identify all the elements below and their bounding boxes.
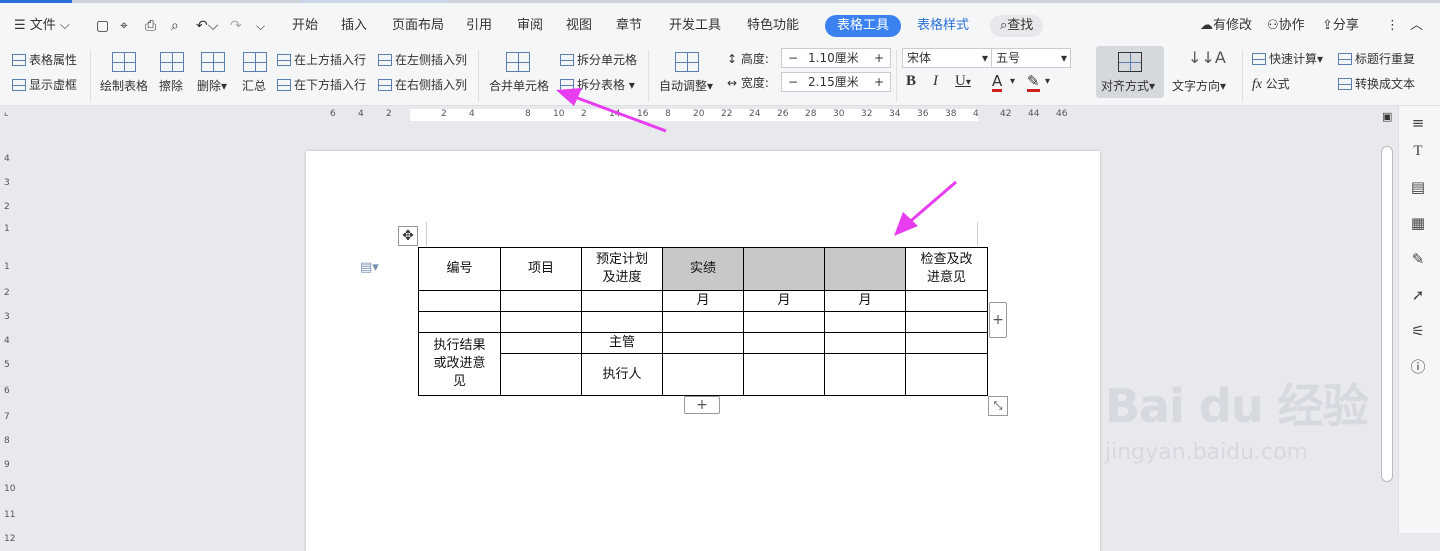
arrow-to-cells xyxy=(905,180,957,227)
watermark-brand: Bai du 经验 xyxy=(1105,379,1369,433)
cursor-icon[interactable]: ➚ xyxy=(1409,286,1427,304)
doc-settings-icon[interactable]: ▦ xyxy=(1409,214,1427,232)
vertical-scrollbar[interactable] xyxy=(1381,146,1393,482)
baidu-watermark: Bai du 经验 jingyan.baidu.com xyxy=(1105,370,1369,465)
arrow-to-merge xyxy=(571,94,667,133)
watermark-url: jingyan.baidu.com xyxy=(1105,440,1309,465)
document-icon[interactable]: ▤ xyxy=(1409,178,1427,196)
sliders-icon[interactable]: ⚟ xyxy=(1409,322,1427,340)
scroll-top-icon[interactable]: ▣ xyxy=(1382,110,1392,123)
pen-icon[interactable]: ✎ xyxy=(1409,250,1427,268)
ruler-tick-label: 12 xyxy=(4,534,16,544)
help-icon[interactable]: ⓘ xyxy=(1409,358,1427,376)
text-style-icon[interactable]: T xyxy=(1409,142,1427,160)
arrowhead-icon xyxy=(894,212,918,236)
right-tool-panel xyxy=(1398,106,1440,533)
panel-menu-icon[interactable]: ≡ xyxy=(1409,114,1427,132)
